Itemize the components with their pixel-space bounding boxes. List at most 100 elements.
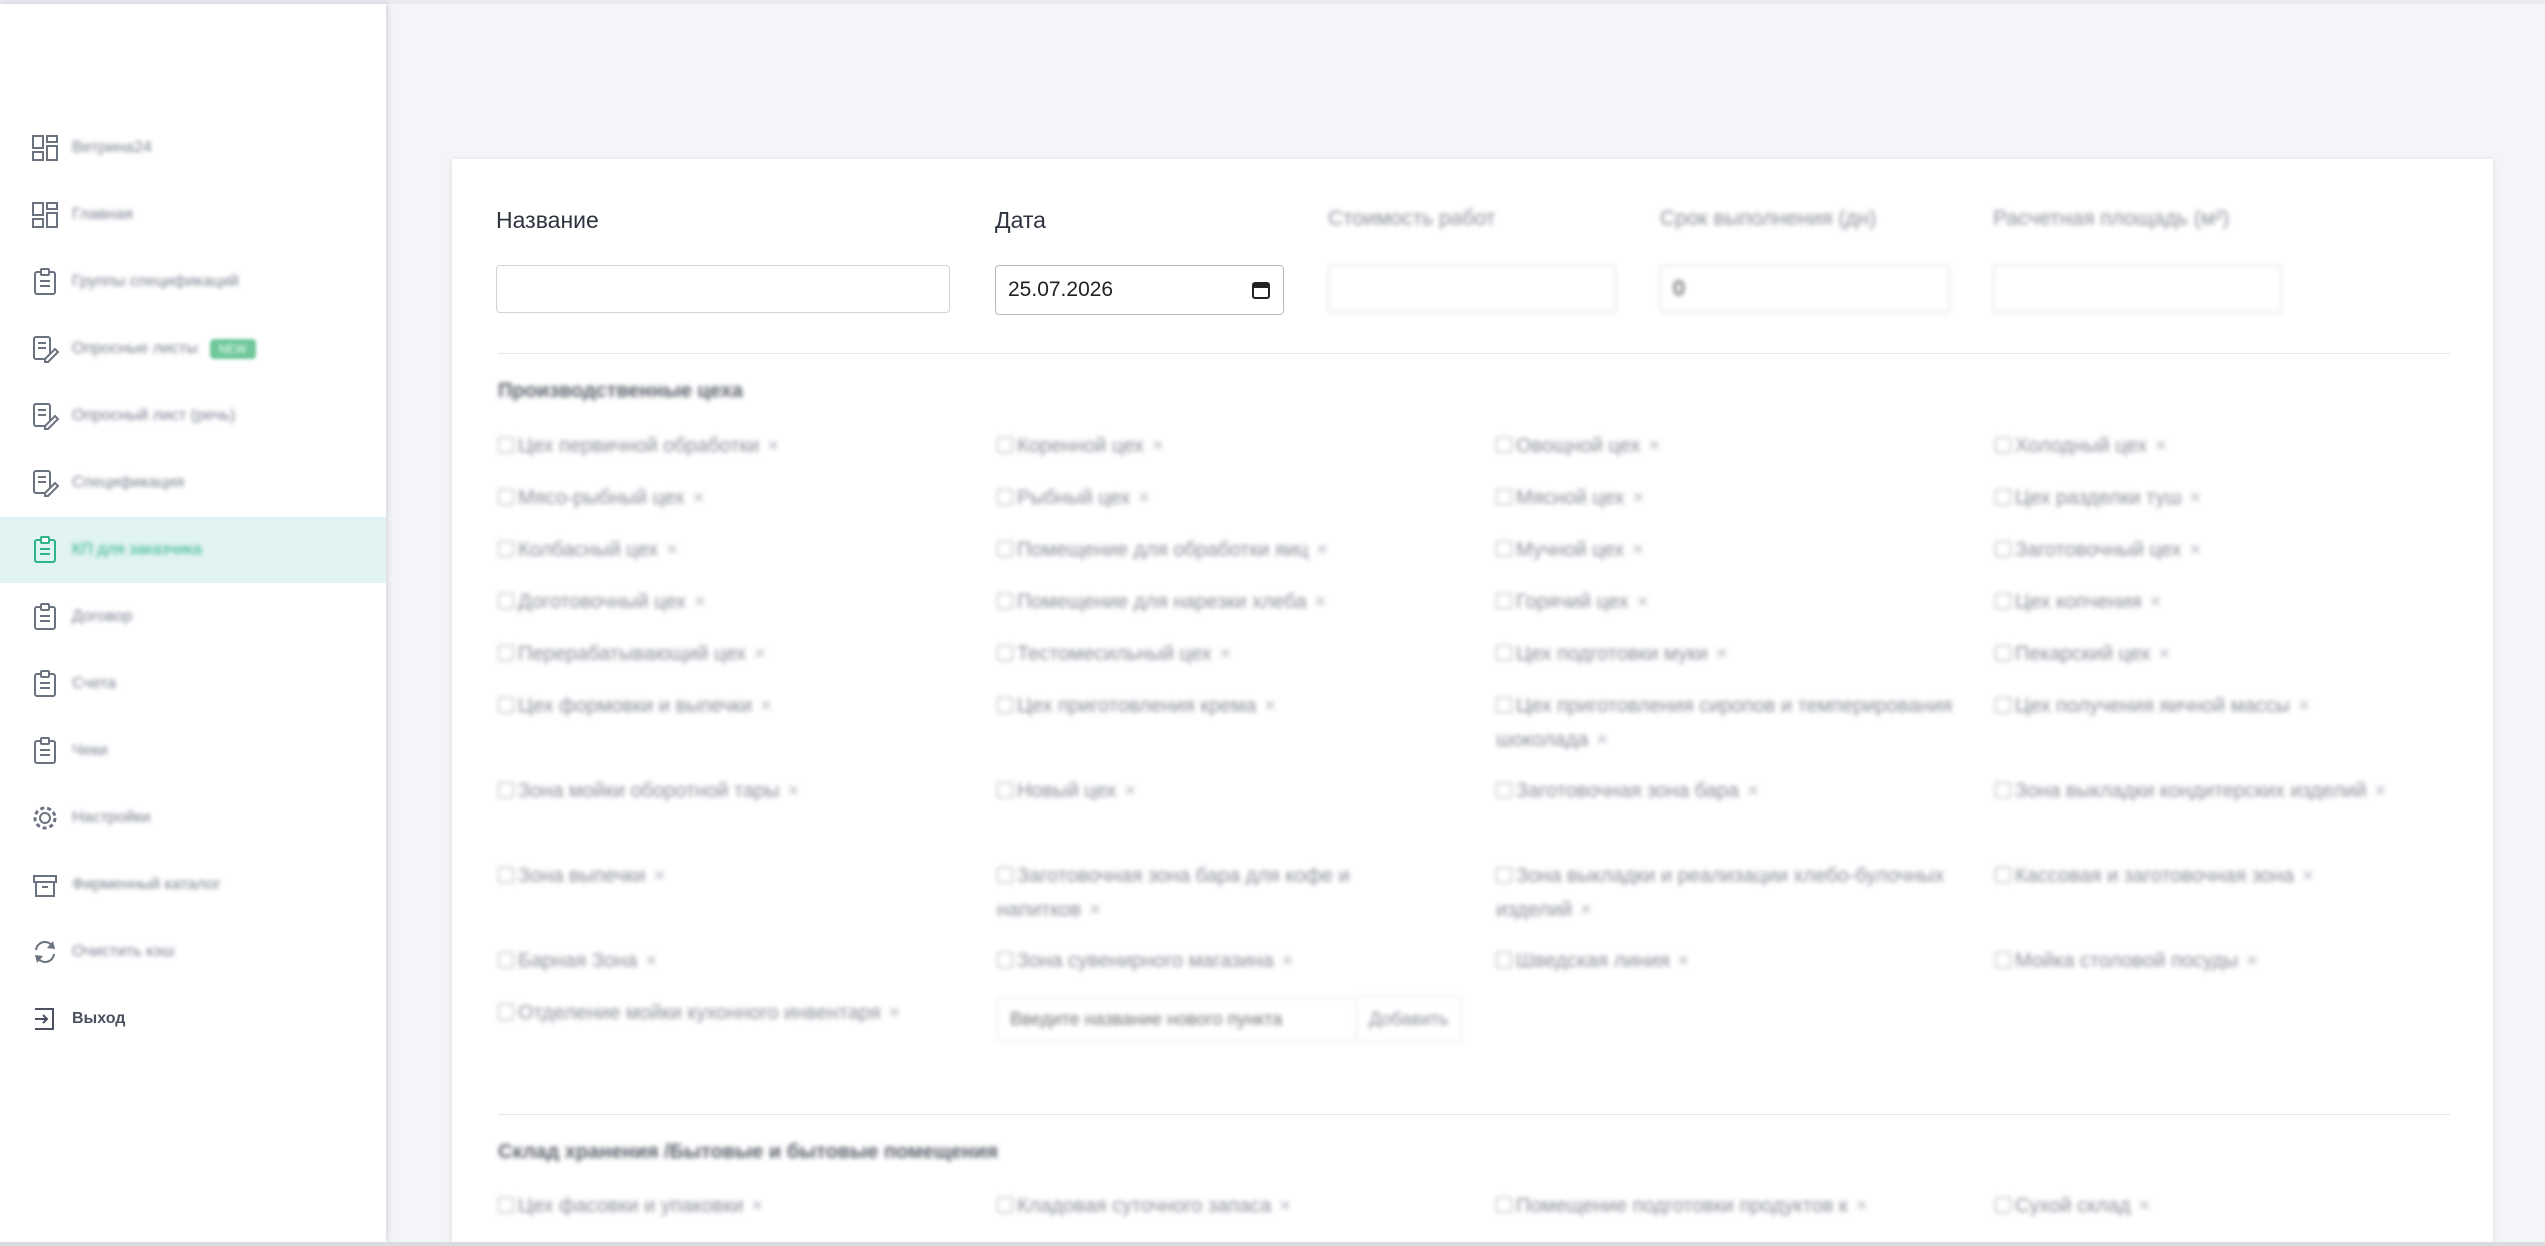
remove-icon[interactable]: ×	[666, 539, 678, 561]
checkbox[interactable]	[1496, 697, 1512, 713]
checkbox[interactable]	[997, 697, 1013, 713]
checklist-item[interactable]: Зона выкладки кондитерских изделий ×	[1995, 774, 2455, 808]
sidebar-item-11[interactable]: Фирменный каталог	[0, 852, 386, 918]
remove-icon[interactable]: ×	[1716, 643, 1728, 665]
remove-icon[interactable]: ×	[1315, 591, 1327, 613]
checkbox[interactable]	[1995, 952, 2011, 968]
checkbox[interactable]	[997, 541, 1013, 557]
remove-icon[interactable]: ×	[654, 865, 666, 887]
checklist-item[interactable]: Мучной цех ×	[1496, 533, 1956, 567]
checkbox[interactable]	[997, 645, 1013, 661]
checkbox[interactable]	[997, 489, 1013, 505]
checkbox[interactable]	[1995, 782, 2011, 798]
remove-icon[interactable]: ×	[1279, 1195, 1291, 1217]
checkbox[interactable]	[1496, 952, 1512, 968]
checklist-item[interactable]: Холодный цех ×	[1995, 429, 2455, 463]
sidebar-item-7[interactable]: Договор	[0, 584, 386, 650]
checkbox[interactable]	[498, 593, 514, 609]
checklist-item[interactable]: Цех приготовления сиропов и темперирован…	[1496, 689, 1956, 757]
sidebar-item-4[interactable]: Опросный лист (речь)	[0, 383, 386, 449]
checkbox[interactable]	[498, 645, 514, 661]
checkbox[interactable]	[1995, 593, 2011, 609]
remove-icon[interactable]: ×	[1089, 899, 1101, 921]
sidebar-item-10[interactable]: Настройки	[0, 785, 386, 851]
sidebar-item-8[interactable]: Счета	[0, 651, 386, 717]
sidebar-item-1[interactable]: Главная	[0, 182, 386, 248]
remove-icon[interactable]: ×	[1580, 899, 1592, 921]
checkbox[interactable]	[997, 593, 1013, 609]
remove-icon[interactable]: ×	[2298, 695, 2310, 717]
checklist-item[interactable]: Мясо-рыбный цех ×	[498, 481, 958, 515]
remove-icon[interactable]: ×	[754, 643, 766, 665]
remove-icon[interactable]: ×	[2189, 539, 2201, 561]
remove-icon[interactable]: ×	[2190, 487, 2202, 509]
sidebar-item-0[interactable]: Ветрина24	[0, 115, 386, 181]
remove-icon[interactable]: ×	[1747, 780, 1759, 802]
new-item-input[interactable]	[997, 997, 1357, 1041]
checklist-item[interactable]: Сухой склад ×	[1995, 1189, 2455, 1223]
checkbox[interactable]	[1995, 645, 2011, 661]
checkbox[interactable]	[1496, 437, 1512, 453]
remove-icon[interactable]: ×	[1596, 729, 1608, 751]
sidebar-item-3[interactable]: Опросные листы NEW	[0, 316, 386, 382]
checklist-item[interactable]: Зона выкладки и реализации хлебо-булочны…	[1496, 859, 1956, 927]
checklist-item[interactable]: Отделение мойки кухонного инвентаря ×	[498, 996, 958, 1030]
checkbox[interactable]	[1995, 541, 2011, 557]
remove-icon[interactable]: ×	[1856, 1195, 1868, 1217]
checklist-item[interactable]: Барная Зона ×	[498, 944, 958, 978]
checkbox[interactable]	[997, 867, 1013, 883]
checklist-item[interactable]: Цех подготовки муки ×	[1496, 637, 1956, 671]
checkbox[interactable]	[997, 952, 1013, 968]
remove-icon[interactable]: ×	[2246, 950, 2258, 972]
checklist-item[interactable]: Пекарский цех ×	[1995, 637, 2455, 671]
checkbox[interactable]	[1995, 437, 2011, 453]
remove-icon[interactable]: ×	[1316, 539, 1328, 561]
remove-icon[interactable]: ×	[1152, 435, 1164, 457]
checkbox[interactable]	[1995, 1197, 2011, 1213]
remove-icon[interactable]: ×	[1648, 435, 1660, 457]
bottom-scrollbar[interactable]	[0, 1242, 2545, 1246]
name-input[interactable]	[496, 265, 950, 313]
remove-icon[interactable]: ×	[645, 950, 657, 972]
sidebar-item-12[interactable]: Очистить кэш	[0, 919, 386, 985]
checklist-item[interactable]: Овощной цех ×	[1496, 429, 1956, 463]
add-button[interactable]: Добавить	[1357, 996, 1462, 1042]
checklist-item[interactable]: Коренной цех ×	[997, 429, 1457, 463]
sidebar-item-13[interactable]: Выход	[0, 986, 386, 1052]
checkbox[interactable]	[997, 437, 1013, 453]
checklist-item[interactable]: Мойка столовой посуды ×	[1995, 944, 2455, 978]
remove-icon[interactable]: ×	[1138, 487, 1150, 509]
checklist-item[interactable]: Цех разделки туш ×	[1995, 481, 2455, 515]
remove-icon[interactable]: ×	[751, 1195, 763, 1217]
checkbox[interactable]	[1496, 593, 1512, 609]
checklist-item[interactable]: Цех копчения ×	[1995, 585, 2455, 619]
checklist-item[interactable]: Заготовочная зона бара ×	[1496, 774, 1956, 808]
checklist-item[interactable]: Шведская линия ×	[1496, 944, 1956, 978]
checklist-item[interactable]: Заготовочный цех ×	[1995, 533, 2455, 567]
checklist-item[interactable]: Горячий цех ×	[1496, 585, 1956, 619]
checkbox[interactable]	[498, 541, 514, 557]
remove-icon[interactable]: ×	[694, 591, 706, 613]
checklist-item[interactable]: Помещение для нарезки хлеба ×	[997, 585, 1457, 619]
checkbox[interactable]	[498, 1197, 514, 1213]
checkbox[interactable]	[1995, 867, 2011, 883]
remove-icon[interactable]: ×	[2139, 1195, 2151, 1217]
checklist-item[interactable]: Зона мойки оборотной тары ×	[498, 774, 958, 808]
checkbox[interactable]	[498, 437, 514, 453]
remove-icon[interactable]: ×	[1124, 780, 1136, 802]
remove-icon[interactable]: ×	[1282, 950, 1294, 972]
checklist-item[interactable]: Цех получения яичной массы ×	[1995, 689, 2455, 723]
checklist-item[interactable]: Новый цех ×	[997, 774, 1457, 808]
remove-icon[interactable]: ×	[2155, 435, 2167, 457]
term-input[interactable]	[1660, 265, 1950, 313]
sidebar-item-2[interactable]: Группы спецификаций	[0, 249, 386, 315]
remove-icon[interactable]: ×	[1632, 539, 1644, 561]
checklist-item[interactable]: Зона сувенирного магазина ×	[997, 944, 1457, 978]
checklist-item[interactable]: Цех фасовки и упаковки ×	[498, 1189, 958, 1223]
checklist-item[interactable]: Мясной цех ×	[1496, 481, 1956, 515]
checklist-item[interactable]: Цех формовки и выпечки ×	[498, 689, 958, 723]
remove-icon[interactable]: ×	[788, 780, 800, 802]
remove-icon[interactable]: ×	[2159, 643, 2171, 665]
remove-icon[interactable]: ×	[693, 487, 705, 509]
remove-icon[interactable]: ×	[1637, 591, 1649, 613]
